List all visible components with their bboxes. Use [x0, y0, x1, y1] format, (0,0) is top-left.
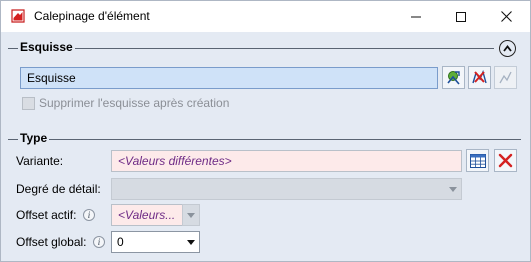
chevron-down-icon	[183, 232, 199, 252]
disabled-sketch-icon	[499, 71, 512, 84]
window-title: Calepinage d'élément	[34, 9, 150, 23]
delete-icon	[498, 153, 513, 168]
edit-sketch-button[interactable]	[468, 66, 491, 89]
chevron-up-icon	[503, 45, 512, 52]
minimize-button[interactable]	[393, 1, 438, 32]
maximize-button[interactable]	[438, 1, 483, 32]
chevron-down-icon	[445, 179, 461, 199]
offset-actif-label: Offset actif:	[16, 208, 77, 222]
pick-sketch-icon	[447, 71, 460, 85]
degre-detail-dropdown[interactable]	[111, 178, 462, 200]
variante-table-button[interactable]	[466, 149, 489, 172]
section-divider	[8, 139, 521, 140]
close-button[interactable]	[484, 1, 529, 32]
maximize-icon	[455, 11, 466, 22]
title-bar: Calepinage d'élément	[1, 1, 530, 32]
disabled-sketch-button[interactable]	[494, 66, 517, 89]
info-icon[interactable]: i	[83, 209, 95, 221]
offset-actif-field[interactable]: <Valeurs...	[111, 204, 183, 226]
delete-sketch-checkbox-label: Supprimer l'esquisse après création	[39, 96, 230, 110]
minimize-icon	[410, 16, 421, 17]
table-icon	[469, 153, 486, 168]
chevron-down-icon	[187, 212, 195, 218]
variante-field[interactable]: <Valeurs différentes>	[111, 150, 462, 172]
dialog-window: Calepinage d'élément Esquisse Esquisse S…	[0, 0, 531, 262]
close-icon	[501, 11, 512, 22]
app-icon	[10, 8, 26, 24]
delete-sketch-checkbox[interactable]	[22, 97, 35, 110]
variante-clear-button[interactable]	[494, 149, 517, 172]
sketch-input[interactable]: Esquisse	[20, 67, 438, 89]
pick-sketch-button[interactable]	[442, 66, 465, 89]
esquisse-section-title: Esquisse	[18, 40, 75, 54]
offset-global-label: Offset global:	[16, 235, 87, 249]
offset-actif-dropdown-button[interactable]	[182, 204, 200, 226]
esquisse-section-header: Esquisse	[8, 40, 494, 56]
offset-global-value: 0	[117, 235, 124, 249]
edit-sketch-icon	[472, 69, 487, 84]
offset-global-dropdown[interactable]: 0	[111, 231, 200, 253]
info-icon[interactable]: i	[93, 236, 105, 248]
variante-label: Variante:	[16, 154, 64, 168]
collapse-section-button[interactable]	[499, 40, 516, 57]
section-divider	[8, 48, 494, 49]
degre-detail-label: Degré de détail:	[16, 182, 101, 196]
type-section-header: Type	[8, 131, 521, 147]
type-section-title: Type	[18, 131, 50, 145]
